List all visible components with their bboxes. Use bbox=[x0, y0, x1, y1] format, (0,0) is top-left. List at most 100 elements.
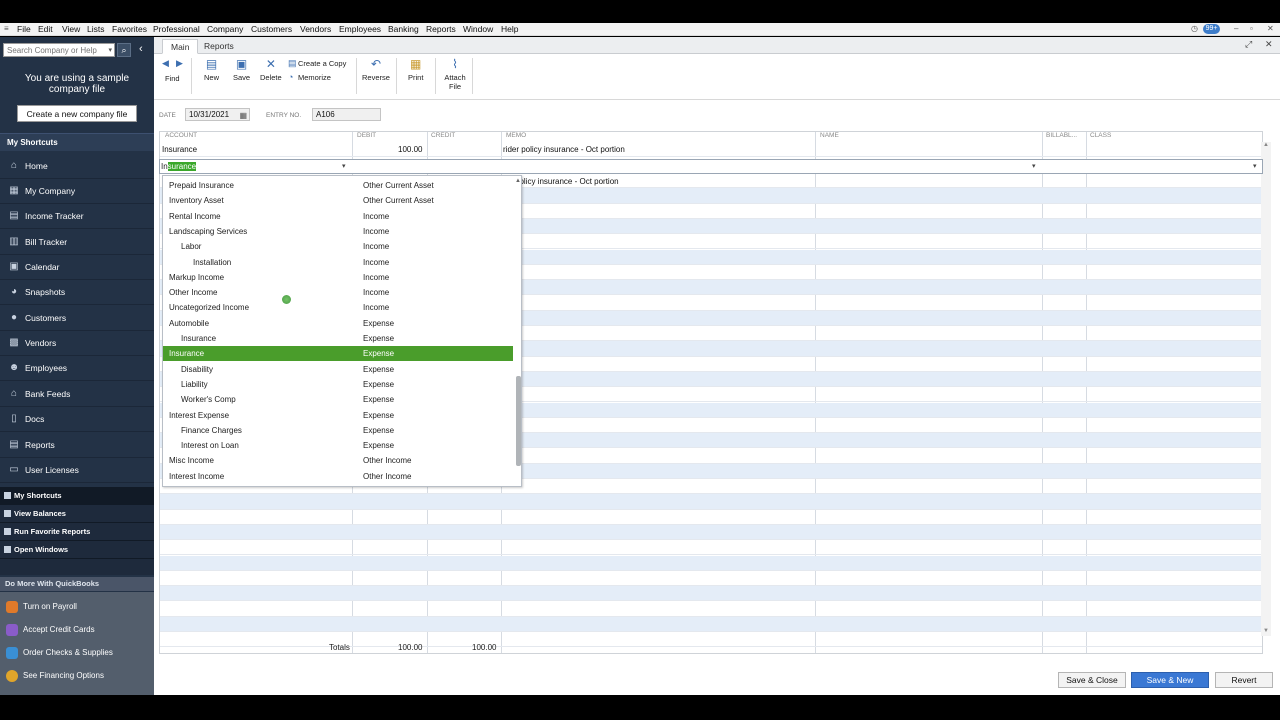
save-button[interactable]: ▣ Save bbox=[233, 58, 250, 82]
delete-button[interactable]: ✕ Delete bbox=[260, 58, 282, 82]
dropdown-item[interactable]: Disability Expense bbox=[163, 362, 513, 377]
close-button[interactable]: ✕ bbox=[1267, 24, 1274, 33]
shortcut-docs[interactable]: ▯ Docs bbox=[0, 407, 154, 432]
app-menu-icon[interactable]: ≡ bbox=[4, 24, 9, 33]
dropdown-item[interactable]: Landscaping Services Income bbox=[163, 224, 513, 239]
shortcut-customers[interactable]: ● Customers bbox=[0, 306, 154, 331]
search-dropdown-icon[interactable]: ▾ bbox=[108, 46, 112, 54]
scroll-down-icon[interactable]: ▼ bbox=[1263, 628, 1269, 634]
menu-favorites[interactable]: Favorites bbox=[112, 24, 147, 34]
menu-customers[interactable]: Customers bbox=[251, 24, 292, 34]
col-class[interactable]: CLASS bbox=[1090, 132, 1111, 142]
col-name[interactable]: NAME bbox=[820, 132, 839, 142]
class-dropdown-icon[interactable]: ▾ bbox=[1253, 162, 1257, 170]
table-row[interactable] bbox=[160, 510, 1262, 525]
dropdown-scroll-up-icon[interactable]: ▲ bbox=[515, 178, 521, 184]
dropdown-item[interactable]: Labor Income bbox=[163, 239, 513, 254]
dropdown-item[interactable]: Insurance Expense bbox=[163, 331, 513, 346]
table-row[interactable] bbox=[160, 616, 1262, 632]
new-button[interactable]: ▤ New bbox=[204, 58, 219, 82]
search-company-box[interactable]: ▾ bbox=[3, 43, 115, 57]
table-row[interactable]: Insurance 100.00 rider policy insurance … bbox=[160, 142, 1262, 158]
do-more-payroll[interactable]: Turn on Payroll bbox=[0, 596, 154, 618]
account-dropdown-icon[interactable]: ▾ bbox=[342, 162, 346, 170]
menu-view[interactable]: View bbox=[62, 24, 80, 34]
grid-scrollbar[interactable]: ▲ ▼ bbox=[1261, 142, 1271, 636]
dropdown-item[interactable]: Interest Expense Expense bbox=[163, 408, 513, 423]
tab-main[interactable]: Main bbox=[162, 39, 199, 54]
shortcut-my-company[interactable]: ▦ My Company bbox=[0, 179, 154, 204]
menu-edit[interactable]: Edit bbox=[38, 24, 53, 34]
dropdown-item[interactable]: Inventory Asset Other Current Asset bbox=[163, 193, 513, 208]
save-close-button[interactable]: Save & Close bbox=[1058, 672, 1126, 688]
tab-view-balances[interactable]: View Balances bbox=[0, 505, 154, 523]
do-more-financing[interactable]: See Financing Options bbox=[0, 665, 154, 687]
find-button[interactable]: Find bbox=[165, 74, 180, 83]
menu-window[interactable]: Window bbox=[463, 24, 493, 34]
do-more-credit-cards[interactable]: Accept Credit Cards bbox=[0, 619, 154, 641]
shortcut-reports[interactable]: ▤ Reports bbox=[0, 433, 154, 458]
shortcut-bank-feeds[interactable]: ⌂ Bank Feeds bbox=[0, 382, 154, 407]
dropdown-item[interactable]: Automobile Expense bbox=[163, 316, 513, 331]
menu-file[interactable]: File bbox=[17, 24, 31, 34]
table-row[interactable] bbox=[160, 571, 1262, 587]
table-row[interactable] bbox=[160, 601, 1262, 617]
shortcut-vendors[interactable]: ▩ Vendors bbox=[0, 331, 154, 356]
minimize-button[interactable]: – bbox=[1234, 24, 1238, 33]
name-dropdown-icon[interactable]: ▾ bbox=[1032, 162, 1036, 170]
account-input[interactable]: Insurance bbox=[161, 161, 197, 173]
shortcut-employees[interactable]: ☻ Employees bbox=[0, 356, 154, 381]
col-credit[interactable]: CREDIT bbox=[431, 132, 455, 142]
active-entry-row[interactable]: Insurance ▾ ▾ ▾ bbox=[159, 159, 1263, 174]
col-memo[interactable]: MEMO bbox=[506, 132, 526, 142]
save-new-button[interactable]: Save & New bbox=[1131, 672, 1209, 688]
dropdown-item[interactable]: Rental Income Income bbox=[163, 209, 513, 224]
menu-help[interactable]: Help bbox=[501, 24, 518, 34]
calendar-icon[interactable]: ▦ bbox=[239, 110, 247, 121]
col-debit[interactable]: DEBIT bbox=[357, 132, 376, 142]
shortcut-user-licenses[interactable]: ▭ User Licenses bbox=[0, 458, 154, 483]
window-close-icon[interactable]: ✕ bbox=[1265, 39, 1273, 50]
table-row[interactable] bbox=[160, 494, 1262, 510]
search-icon[interactable]: ⌕ bbox=[117, 43, 131, 57]
dropdown-item[interactable]: Interest on Loan Expense bbox=[163, 438, 513, 453]
clock-icon[interactable]: ◷ bbox=[1191, 24, 1198, 33]
previous-arrow-icon[interactable]: ◀ bbox=[162, 58, 169, 69]
memorize-button[interactable]: ◔ Memorize bbox=[288, 72, 331, 82]
table-row[interactable] bbox=[160, 555, 1262, 571]
dropdown-item[interactable]: Worker's Comp Expense bbox=[163, 392, 513, 407]
row2-memo[interactable]: policy insurance - Oct portion bbox=[515, 177, 619, 186]
revert-button[interactable]: Revert bbox=[1215, 672, 1273, 688]
table-row[interactable] bbox=[160, 540, 1262, 556]
next-arrow-icon[interactable]: ▶ bbox=[176, 58, 183, 69]
dropdown-item[interactable]: Markup Income Income bbox=[163, 270, 513, 285]
notification-badge[interactable]: 99+ bbox=[1203, 24, 1220, 34]
create-copy-button[interactable]: ▤Create a Copy bbox=[288, 58, 346, 69]
restore-button[interactable]: ▫ bbox=[1250, 24, 1253, 33]
menu-professional[interactable]: Professional bbox=[153, 24, 200, 34]
shortcut-snapshots[interactable]: ◕ Snapshots bbox=[0, 280, 154, 305]
date-field[interactable]: 10/31/2021 ▦ bbox=[185, 108, 250, 121]
scroll-up-icon[interactable]: ▲ bbox=[1263, 142, 1269, 148]
dropdown-scrollbar[interactable]: ▲ bbox=[515, 178, 521, 484]
dropdown-item[interactable]: Other Income Income bbox=[163, 285, 513, 300]
menu-banking[interactable]: Banking bbox=[388, 24, 419, 34]
reverse-button[interactable]: ↶ Reverse bbox=[362, 58, 390, 82]
dropdown-item[interactable]: Interest Income Other Income bbox=[163, 469, 513, 484]
dropdown-item[interactable]: Insurance Expense bbox=[163, 346, 513, 362]
tab-run-favorite-reports[interactable]: Run Favorite Reports bbox=[0, 523, 154, 541]
row1-memo[interactable]: rider policy insurance - Oct portion bbox=[503, 145, 625, 154]
table-row[interactable] bbox=[160, 586, 1262, 602]
table-row[interactable] bbox=[160, 524, 1262, 541]
menu-employees[interactable]: Employees bbox=[339, 24, 381, 34]
menu-reports[interactable]: Reports bbox=[426, 24, 456, 34]
dropdown-scroll-thumb[interactable] bbox=[516, 376, 521, 466]
attach-file-button[interactable]: ⌇ Attach File bbox=[442, 58, 468, 91]
tab-open-windows[interactable]: Open Windows bbox=[0, 541, 154, 559]
menu-vendors[interactable]: Vendors bbox=[300, 24, 331, 34]
print-button[interactable]: ▦ Print bbox=[408, 58, 423, 82]
dropdown-item[interactable]: Prepaid Insurance Other Current Asset bbox=[163, 178, 513, 193]
col-billable[interactable]: BILLABL... bbox=[1046, 132, 1077, 142]
shortcut-income-tracker[interactable]: ▤ Income Tracker bbox=[0, 204, 154, 229]
menu-company[interactable]: Company bbox=[207, 24, 243, 34]
